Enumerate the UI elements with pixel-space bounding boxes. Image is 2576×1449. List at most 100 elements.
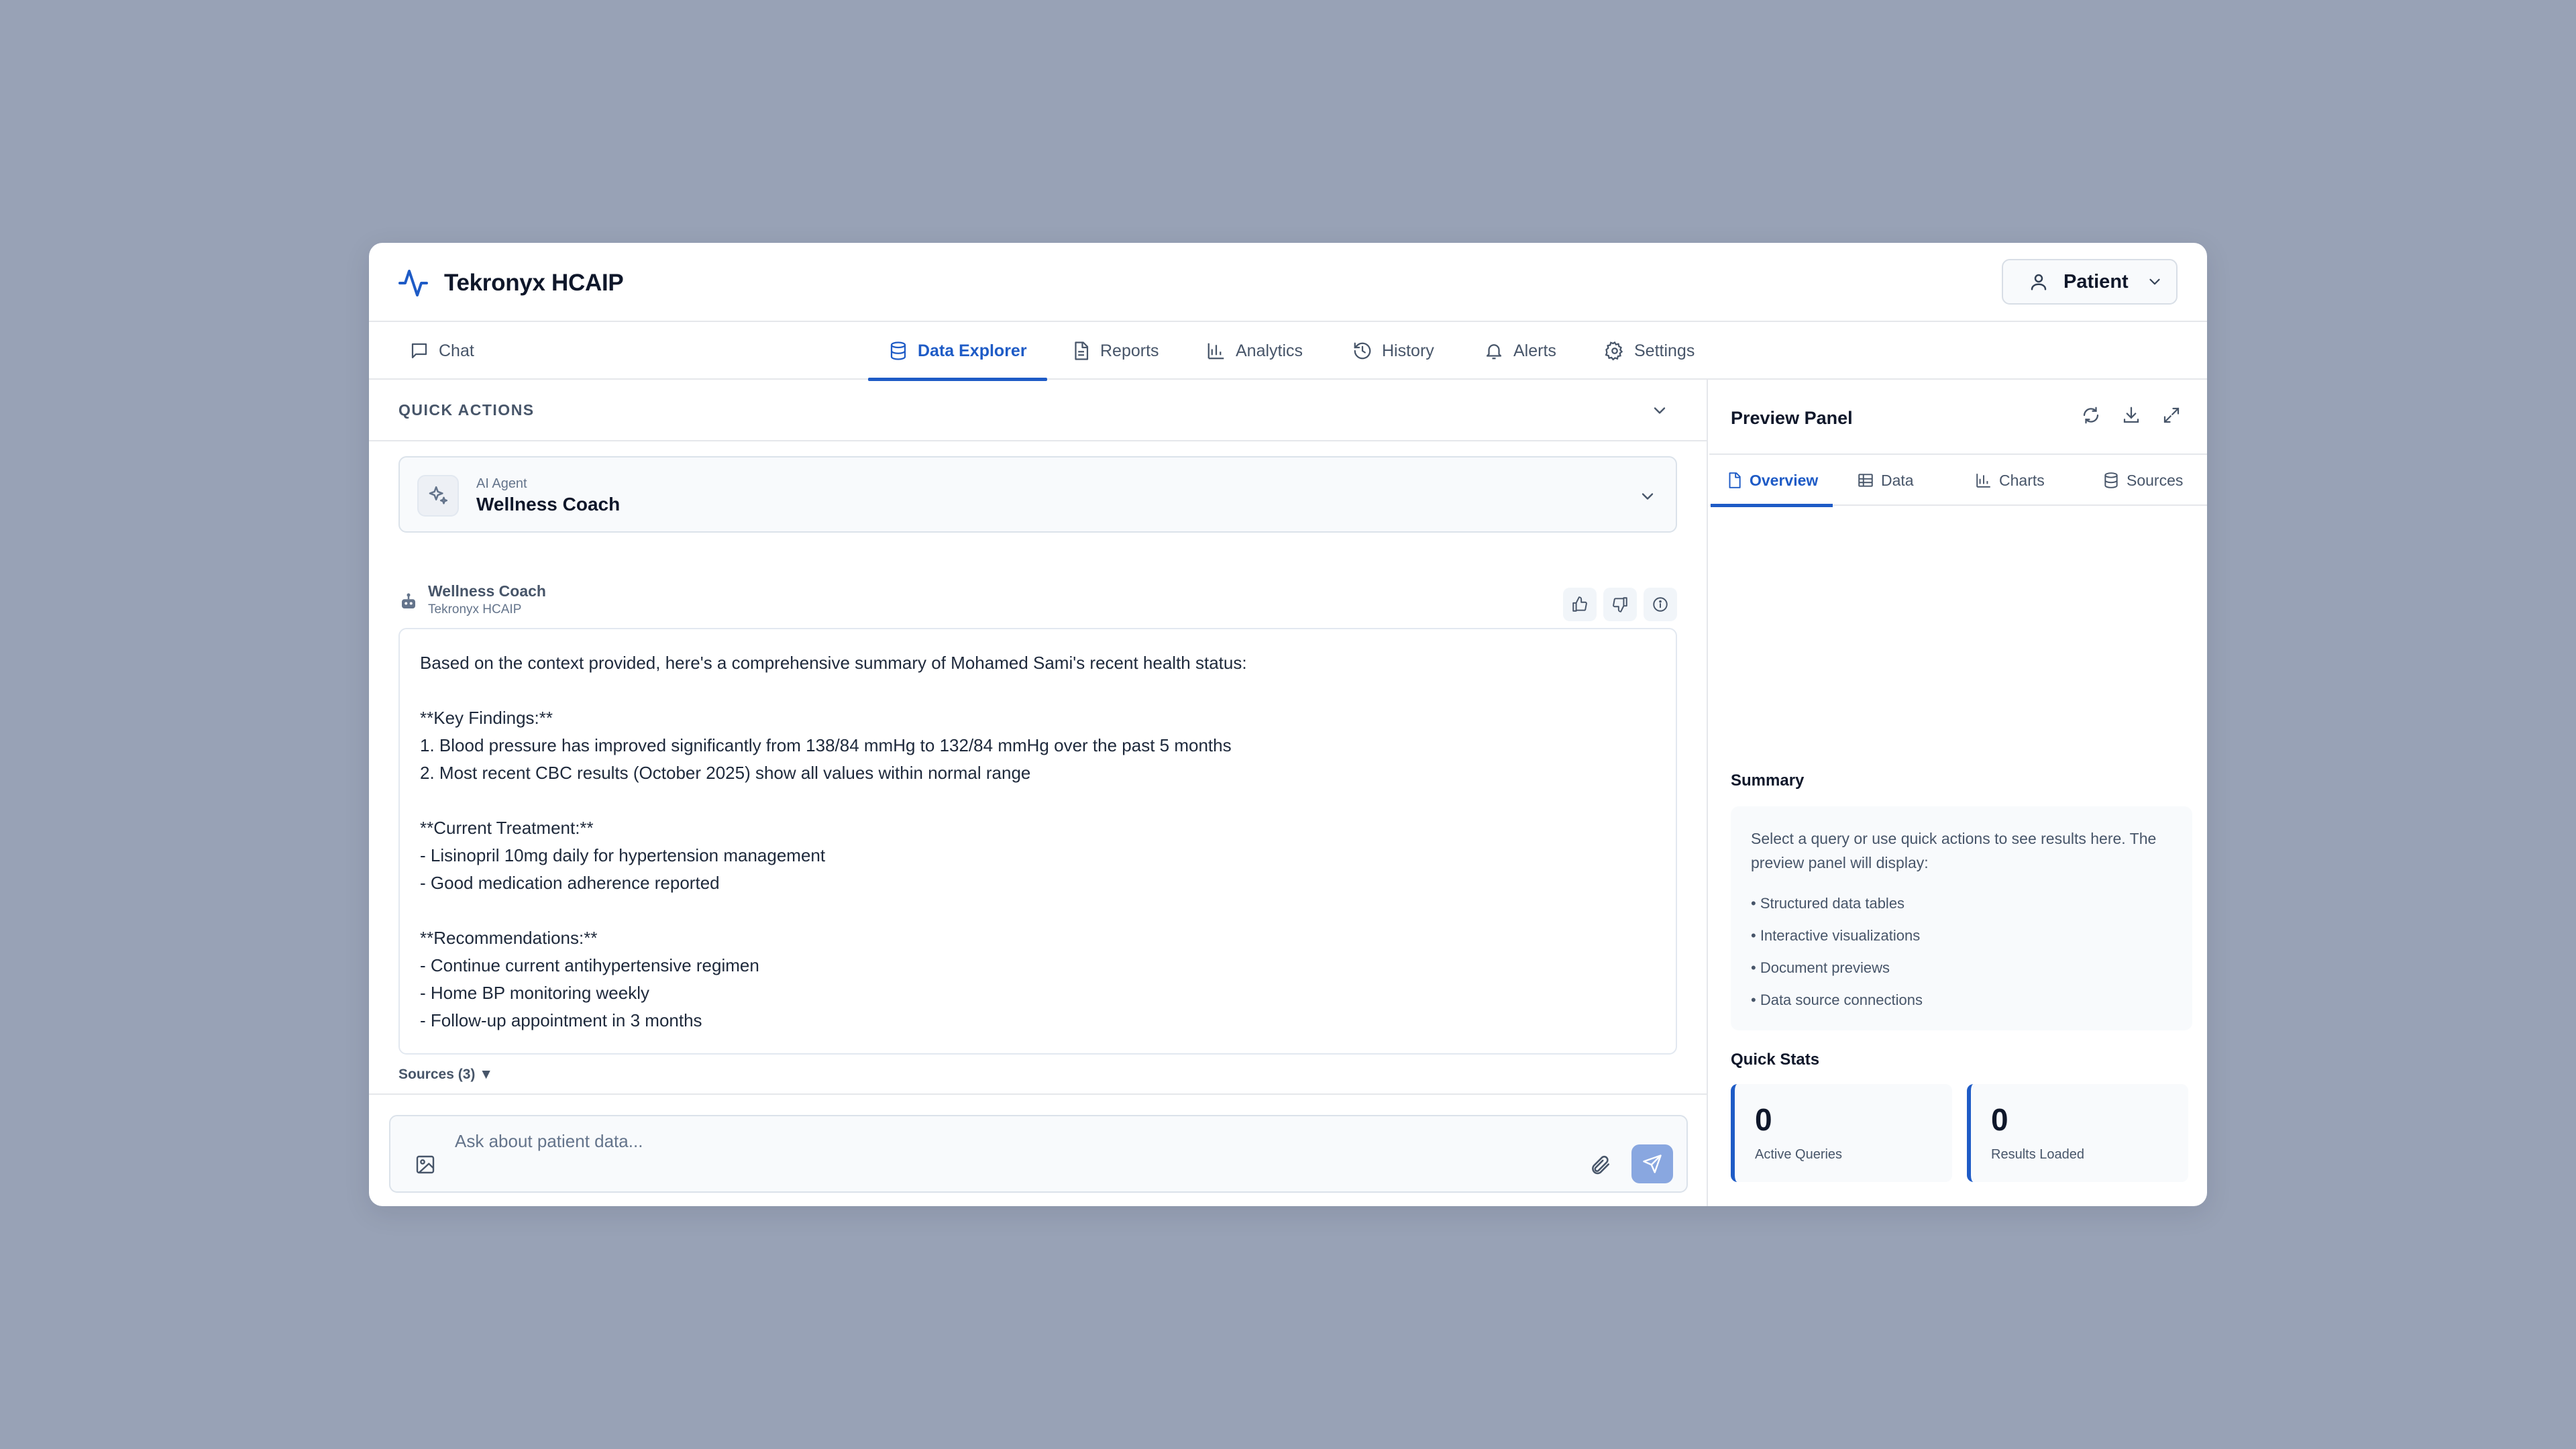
bar-chart-icon [1976, 474, 1990, 488]
quick-actions-header[interactable]: QUICK ACTIONS [369, 380, 1707, 441]
tab-data-explorer[interactable]: Data Explorer [868, 322, 1047, 381]
tab-history[interactable]: History [1352, 322, 1434, 380]
summary-intro: Select a query or use quick actions to s… [1751, 830, 2157, 871]
tab-chat[interactable]: Chat [409, 322, 474, 380]
thumbs-up-icon [1572, 596, 1587, 612]
chevron-down-icon[interactable] [1650, 401, 1669, 420]
composer [389, 1115, 1688, 1193]
message-sender: Wellness Coach [428, 582, 546, 600]
tab-reports[interactable]: Reports [1071, 322, 1159, 380]
tab-settings[interactable]: Settings [1605, 322, 1695, 380]
sources-toggle[interactable]: Sources (3) ▼ [398, 1067, 493, 1083]
message-line: **Key Findings:** [420, 708, 553, 728]
message-line: 1. Blood pressure has improved significa… [420, 735, 1232, 755]
quick-actions-title: QUICK ACTIONS [398, 401, 535, 419]
chat-pane: QUICK ACTIONS AI Agent Wellness Coach We… [369, 380, 1708, 1206]
user-icon [2031, 274, 2047, 290]
message-line: Based on the context provided, here's a … [420, 653, 1247, 673]
bot-icon [402, 593, 415, 608]
refresh-icon[interactable] [2081, 405, 2101, 425]
message-line: **Recommendations:** [420, 928, 598, 948]
expand-icon[interactable] [2161, 405, 2182, 425]
preview-tab-overview[interactable]: Overview [1710, 455, 1833, 507]
message-line [420, 897, 1656, 924]
message-line: 2. Most recent CBC results (October 2025… [420, 763, 1031, 783]
chat-icon [411, 343, 427, 359]
message-line: **Current Treatment:** [420, 818, 594, 838]
database-icon [2104, 472, 2118, 488]
summary-title: Summary [1731, 771, 1805, 790]
gear-icon [1605, 341, 1623, 361]
activity-pulse-icon [398, 270, 428, 297]
stat-label: Results Loaded [1991, 1147, 2084, 1162]
message-line: - Lisinopril 10mg daily for hypertension… [420, 845, 826, 865]
chevron-down-icon [2149, 278, 2160, 285]
chat-input[interactable] [455, 1126, 1528, 1157]
send-icon [1643, 1155, 1662, 1173]
download-icon[interactable] [2121, 405, 2141, 425]
message-line [420, 677, 1656, 704]
composer-area [369, 1093, 1707, 1206]
tab-chat-label: Chat [439, 341, 474, 360]
sparkles-icon [429, 486, 448, 504]
database-icon [890, 341, 906, 360]
chevron-down-icon [1642, 493, 1654, 500]
role-label: Patient [2063, 270, 2129, 292]
summary-list-item: • Document previews [1751, 959, 1890, 976]
tab-alerts[interactable]: Alerts [1484, 322, 1556, 380]
message-sender-subtitle: Tekronyx HCAIP [428, 602, 522, 616]
preview-tab-sources[interactable]: Sources [2102, 455, 2183, 506]
app-window: Tekronyx HCAIP Patient Chat Data Explore… [369, 243, 2207, 1206]
summary-list-item: • Data source connections [1751, 991, 1923, 1008]
tab-analytics[interactable]: Analytics [1206, 322, 1303, 380]
table-icon [1858, 474, 1873, 487]
thumbs-down-icon [1613, 597, 1627, 612]
preview-panel: Preview Panel Overview Data Charts Sourc… [1709, 380, 2207, 1206]
summary-box: Select a query or use quick actions to s… [1731, 806, 2192, 1030]
info-icon [1653, 597, 1668, 612]
stat-value: 0 [1755, 1102, 1772, 1137]
preview-tab-data[interactable]: Data [1857, 455, 1914, 506]
stat-card-results-loaded: 0 Results Loaded [1967, 1084, 2188, 1182]
preview-tab-label: Sources [2127, 471, 2184, 489]
document-icon [1729, 472, 1741, 488]
tab-settings-label: Settings [1634, 341, 1695, 360]
message-line: - Follow-up appointment in 3 months [420, 1010, 702, 1030]
paperclip-icon[interactable] [1589, 1154, 1611, 1177]
preview-title: Preview Panel [1731, 408, 1853, 428]
info-button[interactable] [1644, 588, 1677, 621]
role-selector-button[interactable]: Patient [2002, 259, 2178, 305]
thumbs-up-button[interactable] [1563, 588, 1597, 621]
message-body: Based on the context provided, here's a … [398, 628, 1677, 1055]
preview-tab-label: Overview [1750, 471, 1819, 489]
agent-name: Wellness Coach [476, 494, 621, 515]
thumbs-down-button[interactable] [1603, 588, 1637, 621]
preview-tabs: Overview Data Charts Sources [1709, 455, 2207, 507]
preview-tab-charts[interactable]: Charts [1975, 455, 2045, 506]
message-line: - Home BP monitoring weekly [420, 983, 649, 1003]
preview-tab-label: Data [1881, 471, 1914, 489]
agent-avatar [417, 475, 459, 517]
preview-tools [2081, 405, 2182, 425]
message-line: - Continue current antihypertensive regi… [420, 955, 759, 975]
summary-list-item: • Interactive visualizations [1751, 927, 1921, 944]
tab-reports-label: Reports [1100, 341, 1159, 360]
agent-label: AI Agent [476, 476, 527, 491]
app-title: Tekronyx HCAIP [444, 270, 624, 296]
history-icon [1354, 342, 1371, 360]
top-bar: Tekronyx HCAIP Patient [369, 243, 2207, 322]
stat-card-active-queries: 0 Active Queries [1731, 1084, 1952, 1182]
message-line [420, 787, 1656, 814]
tab-data-explorer-label: Data Explorer [918, 341, 1027, 360]
image-upload-icon[interactable] [415, 1154, 436, 1175]
message-header: Wellness Coach Tekronyx HCAIP [398, 581, 1677, 621]
stat-value: 0 [1991, 1102, 2008, 1137]
message-line: - Good medication adherence reported [420, 873, 720, 893]
agent-selector[interactable]: AI Agent Wellness Coach [398, 456, 1677, 533]
quick-stats-title: Quick Stats [1731, 1051, 1820, 1069]
tab-alerts-label: Alerts [1513, 341, 1556, 360]
message-actions [1563, 588, 1677, 621]
main-nav: Chat Data Explorer Reports Analytics His… [369, 322, 2207, 381]
preview-tab-label: Charts [1999, 471, 2045, 489]
send-button[interactable] [1631, 1144, 1673, 1183]
